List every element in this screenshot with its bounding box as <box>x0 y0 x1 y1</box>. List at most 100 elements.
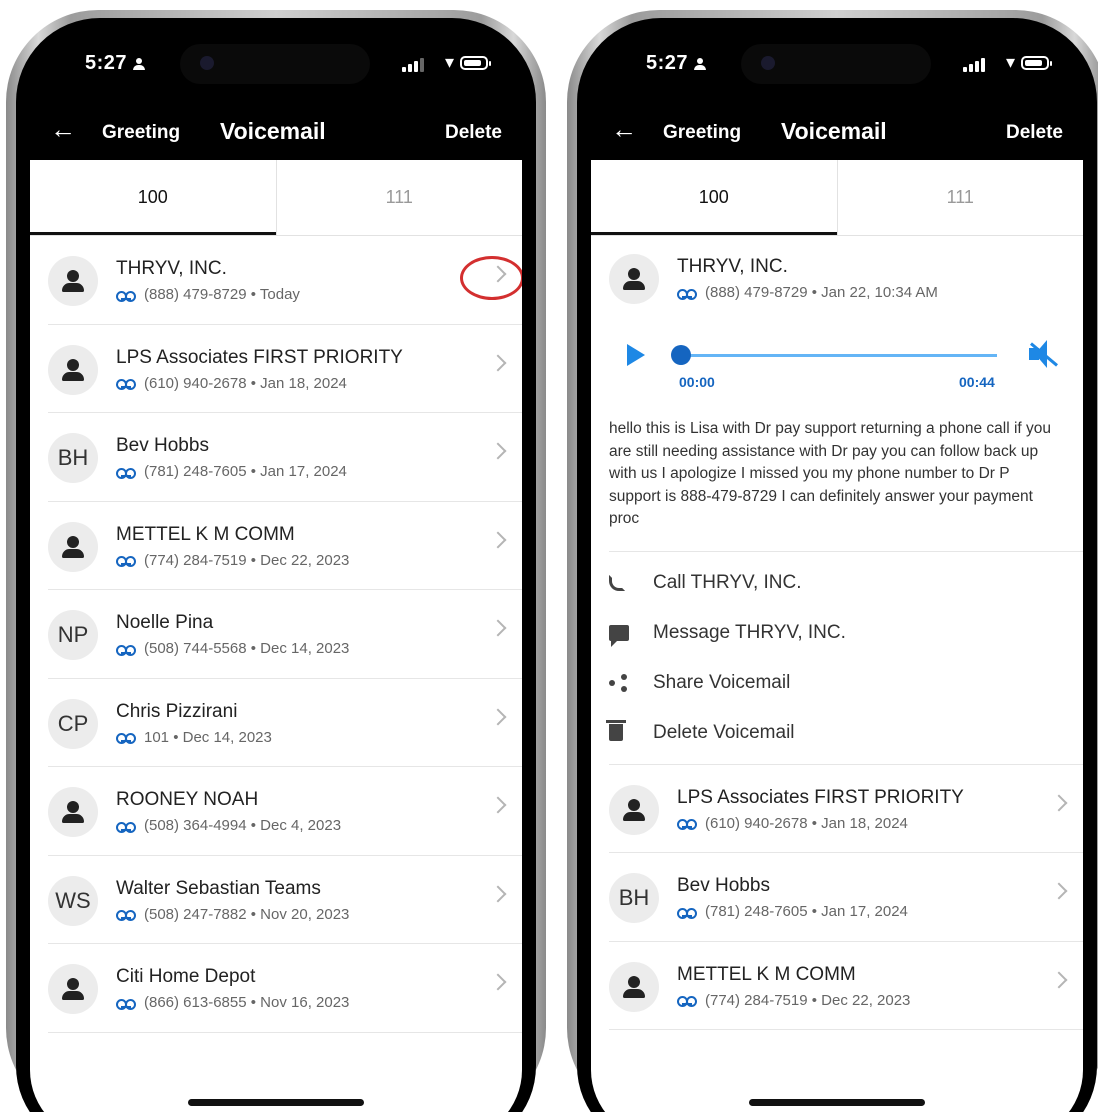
voicemail-row[interactable]: BH Bev Hobbs (781) 248-7605 • Jan 17, 2024 <box>48 413 522 502</box>
caller-detail: (774) 284-7519 • Dec 22, 2023 <box>144 551 350 569</box>
call-action-label: Call THRYV, INC. <box>653 571 802 593</box>
audio-player: 00:00 00:44 <box>609 316 1083 408</box>
page-title: Voicemail <box>220 118 326 144</box>
chevron-right-icon[interactable] <box>489 708 507 725</box>
voicemail-row[interactable]: CP Chris Pizzirani 101 • Dec 14, 2023 <box>48 679 522 767</box>
caller-name: METTEL K M COMM <box>116 523 295 545</box>
play-icon[interactable] <box>627 344 645 366</box>
status-time: 5:27 <box>646 52 689 74</box>
chevron-right-icon[interactable] <box>489 885 507 902</box>
expanded-voicemail: THRYV, INC. (888) 479-8729 • Jan 22, 10:… <box>609 236 1083 552</box>
home-indicator[interactable] <box>188 1099 364 1106</box>
caller-detail: (508) 247-7882 • Nov 20, 2023 <box>144 905 350 923</box>
delete-button[interactable]: Delete <box>1006 122 1063 144</box>
mailbox-tabs: 100 111 <box>30 160 522 236</box>
chevron-right-icon[interactable] <box>489 442 507 460</box>
caller-detail: (610) 940-2678 • Jan 18, 2024 <box>705 814 908 832</box>
chevron-right-icon[interactable] <box>1050 882 1068 900</box>
avatar <box>48 521 98 572</box>
voicemail-icon <box>677 819 697 831</box>
nav-bar: ← Greeting Voicemail Delete <box>30 102 522 162</box>
person-icon <box>61 800 85 824</box>
voicemail-row[interactable]: NP Noelle Pina (508) 744-5568 • Dec 14, 20… <box>48 590 522 679</box>
home-indicator[interactable] <box>749 1099 925 1106</box>
tab-100[interactable]: 100 <box>591 160 837 235</box>
message-action[interactable]: Message THRYV, INC. <box>609 608 1083 658</box>
expanded-header[interactable]: THRYV, INC. (888) 479-8729 • Jan 22, 10:… <box>609 236 1083 316</box>
greeting-button[interactable]: Greeting <box>102 122 180 144</box>
chevron-right-icon[interactable] <box>489 796 507 814</box>
share-action[interactable]: Share Voicemail <box>609 658 1083 708</box>
voicemail-icon <box>116 998 136 1010</box>
voicemail-row[interactable]: METTEL K M COMM (774) 284-7519 • Dec 22, … <box>48 502 522 590</box>
caller-name: LPS Associates FIRST PRIORITY <box>677 786 964 808</box>
message-icon <box>609 624 629 647</box>
voicemail-row[interactable]: THRYV, INC. (888) 479-8729 • Today <box>48 236 522 325</box>
person-icon <box>622 798 646 822</box>
back-arrow-icon[interactable]: ← <box>50 114 76 145</box>
chevron-right-icon[interactable] <box>489 619 507 637</box>
page-title: Voicemail <box>781 118 887 144</box>
dynamic-island <box>180 44 370 84</box>
voicemail-icon <box>677 288 697 300</box>
back-arrow-icon[interactable]: ← <box>611 114 637 145</box>
chevron-right-icon[interactable] <box>1050 794 1068 811</box>
person-icon <box>694 57 707 70</box>
voicemail-icon <box>116 556 136 568</box>
person-icon <box>61 535 85 559</box>
avatar: BH <box>609 873 659 923</box>
mailbox-tabs: 100 111 <box>591 160 1083 236</box>
caller-name: Chris Pizzirani <box>116 700 238 722</box>
volume-muted-icon[interactable] <box>1027 340 1059 368</box>
share-icon <box>609 673 627 692</box>
wifi-icon: ▾ <box>1005 52 1015 72</box>
caller-name: Noelle Pina <box>116 612 214 633</box>
phone-right: 5:27 ▾ ← Greeting Voicemail Delete 100 1… <box>567 10 1098 1112</box>
current-time: 00:00 <box>679 374 715 390</box>
avatar <box>609 784 659 835</box>
duration-time: 00:44 <box>959 374 995 390</box>
voicemail-row[interactable]: LPS Associates FIRST PRIORITY (610) 940-2… <box>609 765 1083 853</box>
chevron-right-icon[interactable] <box>489 354 507 371</box>
caller-detail: (774) 284-7519 • Dec 22, 2023 <box>705 991 911 1009</box>
battery-icon <box>1021 56 1052 70</box>
progress-knob[interactable] <box>671 345 691 365</box>
caller-detail: 101 • Dec 14, 2023 <box>144 728 272 746</box>
delete-button[interactable]: Delete <box>445 122 502 144</box>
person-icon <box>61 269 85 293</box>
person-icon <box>61 977 85 1001</box>
chevron-right-icon[interactable] <box>1050 971 1068 988</box>
avatar: NP <box>48 610 98 660</box>
caller-name: Walter Sebastian Teams <box>116 877 321 899</box>
voicemail-icon <box>116 644 136 656</box>
progress-track[interactable] <box>681 354 997 357</box>
voicemail-row[interactable]: LPS Associates FIRST PRIORITY (610) 940-2… <box>48 325 522 413</box>
tab-111[interactable]: 111 <box>836 160 1084 235</box>
tab-111[interactable]: 111 <box>275 160 523 235</box>
signal-icon <box>963 58 985 72</box>
voicemail-row[interactable]: METTEL K M COMM (774) 284-7519 • Dec 22, … <box>609 942 1083 1030</box>
caller-detail: (888) 479-8729 • Today <box>144 286 300 303</box>
voicemail-row[interactable]: WS Walter Sebastian Teams (508) 247-7882 •… <box>48 856 522 944</box>
caller-name: THRYV, INC. <box>116 258 227 279</box>
delete-action[interactable]: Delete Voicemail <box>606 708 1083 758</box>
call-action[interactable]: Call THRYV, INC. <box>609 558 1083 608</box>
tab-100[interactable]: 100 <box>30 160 276 235</box>
message-action-label: Message THRYV, INC. <box>653 621 846 643</box>
greeting-button[interactable]: Greeting <box>663 122 741 144</box>
voicemail-row[interactable]: BH Bev Hobbs (781) 248-7605 • Jan 17, 2024 <box>609 853 1083 942</box>
voicemail-row[interactable]: ROONEY NOAH (508) 364-4994 • Dec 4, 2023 <box>48 767 522 856</box>
avatar <box>609 961 659 1012</box>
voicemail-row[interactable]: Citi Home Depot (866) 613-6855 • Nov 16, … <box>48 944 522 1033</box>
avatar <box>48 344 98 395</box>
voicemail-content: 100 111 THRYV, INC. (888) 479-8729 • Jan… <box>591 160 1083 1112</box>
avatar <box>48 787 98 837</box>
person-icon <box>61 358 85 382</box>
chevron-right-icon[interactable] <box>489 973 507 991</box>
caller-name: Bev Hobbs <box>116 435 209 456</box>
caller-name: LPS Associates FIRST PRIORITY <box>116 346 403 368</box>
chevron-right-icon[interactable] <box>489 531 507 548</box>
dynamic-island <box>741 44 931 84</box>
phone-left: 5:27 ▾ ← Greeting Voicemail Delete 100 1… <box>6 10 546 1112</box>
delete-action-label: Delete Voicemail <box>653 721 795 743</box>
